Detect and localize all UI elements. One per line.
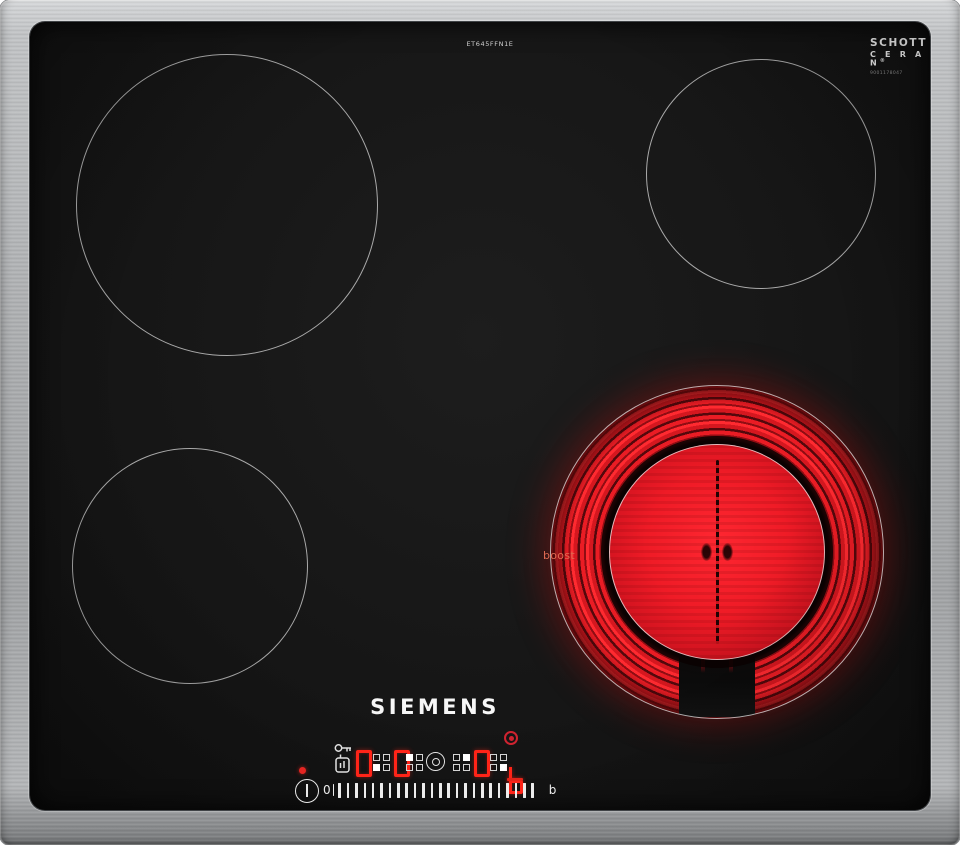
zone-select-key-front-left[interactable] <box>373 754 390 771</box>
slider-tick[interactable] <box>372 783 375 798</box>
slider-ticks[interactable] <box>333 783 540 798</box>
slider-tick[interactable] <box>389 783 392 798</box>
slider-tick[interactable] <box>431 783 434 798</box>
zone-select-key-back-left[interactable] <box>406 754 423 771</box>
slider-zero-label: 0 <box>323 784 331 796</box>
slider-tick[interactable] <box>515 783 518 798</box>
slider-tick[interactable] <box>473 783 476 798</box>
power-level-slider[interactable]: 0 b <box>323 780 556 800</box>
slider-tick[interactable] <box>397 783 400 798</box>
slider-tick[interactable] <box>464 783 467 798</box>
zone-select-key-back-right[interactable] <box>453 754 470 771</box>
stainless-frame: ET645FFN1E SCHOTT C E R A N® 9001178047 <box>0 0 960 845</box>
slider-tick[interactable] <box>414 783 417 798</box>
child-lock-key-icon[interactable] <box>332 742 354 780</box>
slider-tick[interactable] <box>422 783 425 798</box>
slider-tick[interactable] <box>347 783 350 798</box>
slider-tick[interactable] <box>405 783 408 798</box>
slider-tick[interactable] <box>506 783 509 798</box>
slider-tick[interactable] <box>523 783 526 798</box>
zone-select-key-front-right[interactable] <box>490 754 507 771</box>
ceramic-glass-surface: ET645FFN1E SCHOTT C E R A N® 9001178047 <box>30 22 930 810</box>
dual-zone-key-icon[interactable] <box>426 752 445 771</box>
slider-tick[interactable] <box>439 783 442 798</box>
touch-control-panel: 0 b <box>30 22 930 810</box>
display-front-left <box>356 750 372 777</box>
power-key-icon[interactable] <box>295 779 319 803</box>
slider-tick[interactable] <box>498 783 501 798</box>
slider-tick[interactable] <box>380 783 383 798</box>
dual-zone-active-indicator-icon <box>504 731 518 745</box>
slider-tick[interactable] <box>481 783 484 798</box>
slider-tick[interactable] <box>355 783 358 798</box>
display-back-right <box>474 750 490 777</box>
display-row <box>355 748 374 778</box>
slider-tick[interactable] <box>338 783 341 798</box>
residual-heat-indicator <box>299 767 306 774</box>
cooktop-photo: ET645FFN1E SCHOTT C E R A N® 9001178047 <box>0 0 960 845</box>
slider-boost-label: b <box>549 784 557 796</box>
slider-tick[interactable] <box>456 783 459 798</box>
slider-tick[interactable] <box>447 783 450 798</box>
slider-tick[interactable] <box>531 783 534 798</box>
slider-tick[interactable] <box>489 783 492 798</box>
slider-tick[interactable] <box>333 784 334 796</box>
slider-tick[interactable] <box>364 783 367 798</box>
